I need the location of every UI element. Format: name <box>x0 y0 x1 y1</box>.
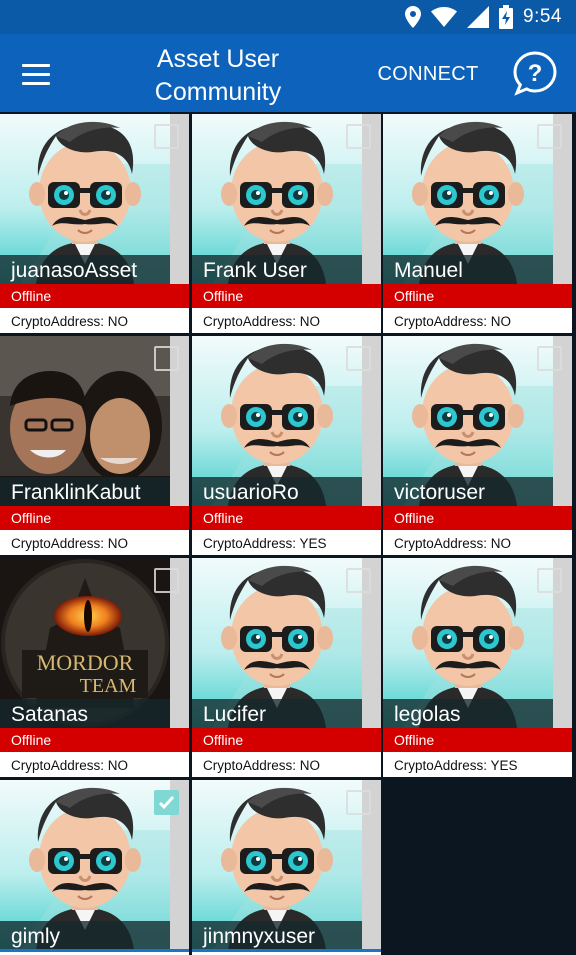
user-card[interactable]: Lucifer Offline CryptoAddress: NO <box>192 558 381 777</box>
user-name: Manuel <box>383 255 553 284</box>
user-avatar: legolas <box>383 558 572 728</box>
status-badge: Offline <box>192 284 381 308</box>
user-avatar: gimly <box>0 780 189 950</box>
user-avatar: Frank User <box>192 114 381 284</box>
select-checkbox[interactable] <box>537 124 562 149</box>
select-checkbox[interactable] <box>154 568 179 593</box>
select-checkbox[interactable] <box>346 124 371 149</box>
select-checkbox[interactable] <box>346 790 371 815</box>
select-checkbox[interactable] <box>346 346 371 371</box>
user-card[interactable]: gimly <box>0 780 189 955</box>
user-avatar: FranklinKabut <box>0 336 189 506</box>
checkmark-icon <box>158 795 175 810</box>
user-avatar: Manuel <box>383 114 572 284</box>
user-name: FranklinKabut <box>0 477 170 506</box>
svg-text:?: ? <box>528 60 543 87</box>
user-avatar: Lucifer <box>192 558 381 728</box>
select-checkbox[interactable] <box>537 568 562 593</box>
select-checkbox[interactable] <box>346 568 371 593</box>
user-avatar: MORDOR TEAM Satanas <box>0 558 189 728</box>
user-name: usuarioRo <box>192 477 362 506</box>
user-card[interactable]: Manuel Offline CryptoAddress: NO <box>383 114 572 333</box>
status-badge: Offline <box>383 506 572 530</box>
crypto-address-label: CryptoAddress: NO <box>192 308 381 333</box>
user-avatar: jinmnyxuser <box>192 780 381 950</box>
user-card[interactable]: legolas Offline CryptoAddress: YES <box>383 558 572 777</box>
user-name: Lucifer <box>192 699 362 728</box>
svg-text:MORDOR: MORDOR <box>37 650 134 675</box>
system-status-bar: 9:54 <box>0 0 576 34</box>
help-question-icon[interactable]: ? <box>512 50 558 96</box>
clock-time: 9:54 <box>523 6 562 27</box>
hamburger-menu-icon[interactable] <box>18 56 54 92</box>
page-title: Asset User Community <box>120 43 316 109</box>
crypto-address-label: CryptoAddress: NO <box>383 530 572 555</box>
user-card[interactable]: FranklinKabut Offline CryptoAddress: NO <box>0 336 189 555</box>
user-card[interactable]: usuarioRo Offline CryptoAddress: YES <box>192 336 381 555</box>
svg-text:TEAM: TEAM <box>80 675 137 697</box>
user-avatar: juanasoAsset <box>0 114 189 284</box>
user-name: juanasoAsset <box>0 255 170 284</box>
user-card[interactable]: victoruser Offline CryptoAddress: NO <box>383 336 572 555</box>
status-badge: Offline <box>192 728 381 752</box>
crypto-address-label: CryptoAddress: YES <box>383 752 572 777</box>
user-name: Frank User <box>192 255 362 284</box>
user-name: Satanas <box>0 699 170 728</box>
card-bottom-edge <box>0 949 189 952</box>
wifi-icon <box>431 7 458 27</box>
crypto-address-label: CryptoAddress: NO <box>383 308 572 333</box>
select-checkbox[interactable] <box>154 124 179 149</box>
select-checkbox[interactable] <box>154 346 179 371</box>
user-name: legolas <box>383 699 553 728</box>
app-toolbar: Asset User Community CONNECT ? <box>0 34 576 112</box>
status-badge: Offline <box>383 284 572 308</box>
connect-button[interactable]: CONNECT <box>370 58 486 90</box>
crypto-address-label: CryptoAddress: NO <box>0 530 189 555</box>
card-bottom-edge <box>192 949 381 952</box>
user-name: gimly <box>0 921 170 950</box>
battery-charging-icon <box>499 5 514 29</box>
status-badge: Offline <box>0 728 189 752</box>
user-grid: juanasoAsset Offline CryptoAddress: NO Fra… <box>0 114 576 955</box>
crypto-address-label: CryptoAddress: YES <box>192 530 381 555</box>
crypto-address-label: CryptoAddress: NO <box>192 752 381 777</box>
status-badge: Offline <box>0 284 189 308</box>
status-badge: Offline <box>0 506 189 530</box>
user-card[interactable]: Frank User Offline CryptoAddress: NO <box>192 114 381 333</box>
location-icon <box>405 6 422 28</box>
page-title-line2: Community <box>154 78 282 106</box>
user-avatar: victoruser <box>383 336 572 506</box>
select-checkbox-checked[interactable] <box>154 790 179 815</box>
select-checkbox[interactable] <box>537 346 562 371</box>
user-card[interactable]: juanasoAsset Offline CryptoAddress: NO <box>0 114 189 333</box>
user-name: jinmnyxuser <box>192 921 362 950</box>
user-name: victoruser <box>383 477 553 506</box>
user-card[interactable]: jinmnyxuser <box>192 780 381 955</box>
status-badge: Offline <box>192 506 381 530</box>
user-avatar: usuarioRo <box>192 336 381 506</box>
crypto-address-label: CryptoAddress: NO <box>0 308 189 333</box>
user-card[interactable]: MORDOR TEAM Satanas Offline CryptoAddress:… <box>0 558 189 777</box>
crypto-address-label: CryptoAddress: NO <box>0 752 189 777</box>
signal-icon <box>467 6 490 28</box>
status-badge: Offline <box>383 728 572 752</box>
page-title-line1: Asset User <box>156 45 280 73</box>
